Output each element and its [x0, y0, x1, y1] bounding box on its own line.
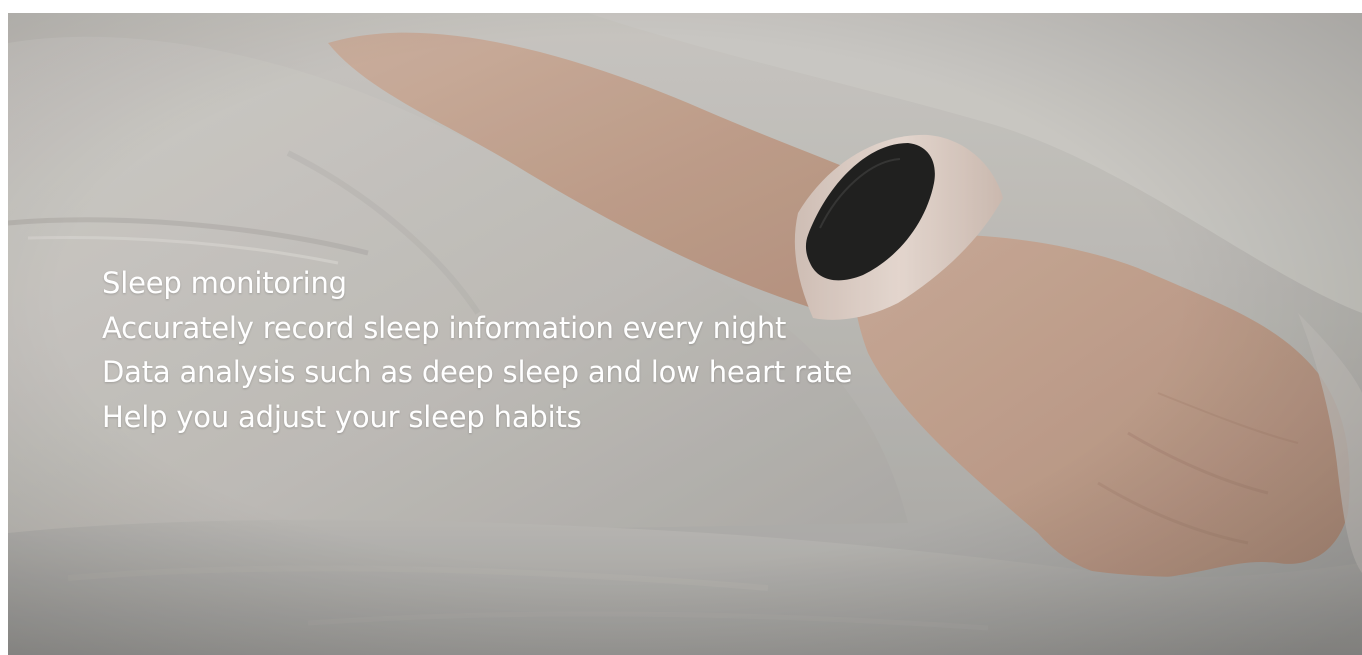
product-photo: Sleep monitoring Accurately record sleep… [8, 13, 1362, 655]
caption-line-analysis: Data analysis such as deep sleep and low… [102, 355, 853, 389]
caption-line-habits: Help you adjust your sleep habits [102, 399, 582, 434]
feature-caption: Sleep monitoring Accurately record sleep… [102, 261, 852, 439]
caption-line-record: Accurately record sleep information ever… [102, 310, 787, 345]
caption-headline: Sleep monitoring [102, 266, 347, 300]
